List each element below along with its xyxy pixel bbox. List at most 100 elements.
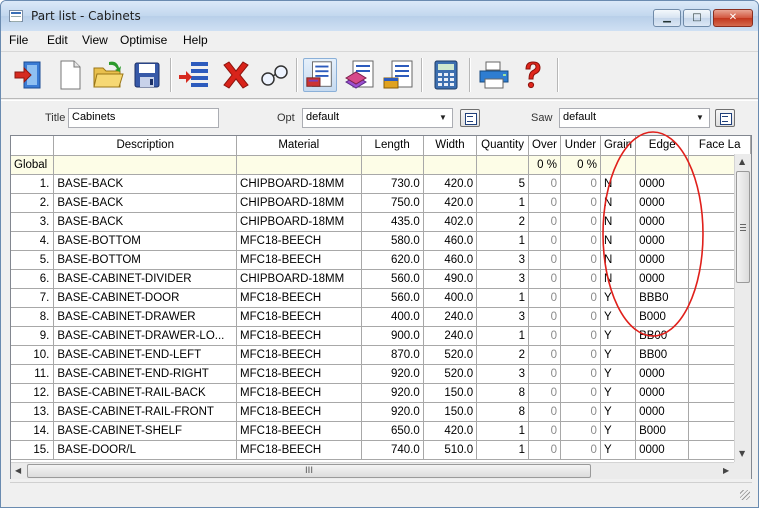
description-cell[interactable]: BASE-BACK [53,212,238,232]
length-cell[interactable]: 730.0 [361,174,424,194]
resize-grip-icon[interactable] [740,490,750,500]
under-cell[interactable]: 0 [560,440,601,460]
width-header[interactable]: Width [423,136,478,156]
cell[interactable] [423,155,478,175]
table-row[interactable]: 11. BASE-CABINET-END-RIGHT MFC18-BEECH 920.… [11,364,751,384]
over-cell[interactable]: 0 [528,364,561,384]
edging-list-icon[interactable] [381,58,415,92]
calculator-icon[interactable] [429,58,463,92]
quantity-cell[interactable]: 8 [476,402,530,422]
grain-cell[interactable]: Y [600,345,637,365]
length-cell[interactable]: 900.0 [361,326,424,346]
edge-cell[interactable]: BB00 [635,345,690,365]
description-cell[interactable]: BASE-CABINET-DIVIDER [53,269,238,289]
table-row[interactable]: 3. BASE-BACK CHIPBOARD-18MM 435.0 402.0 2 0 0 N 0… [11,212,751,232]
width-cell[interactable]: 150.0 [423,383,478,403]
width-cell[interactable]: 150.0 [423,402,478,422]
edge-cell[interactable]: BB00 [635,326,690,346]
description-cell[interactable]: BASE-CABINET-DRAWER [53,307,238,327]
under-cell[interactable]: 0 [560,193,601,213]
material-cell[interactable]: MFC18-BEECH [236,364,362,384]
under-cell[interactable]: 0 [560,174,601,194]
vertical-scrollbar[interactable]: ▲ ▼ [734,154,751,463]
length-cell[interactable]: 870.0 [361,345,424,365]
save-icon[interactable] [130,58,164,92]
cell[interactable] [476,155,530,175]
global-under[interactable]: 0 % [560,155,601,175]
menu-help[interactable]: Help [183,33,208,47]
quantity-cell[interactable]: 3 [476,269,530,289]
quantity-cell[interactable]: 8 [476,383,530,403]
under-cell[interactable]: 0 [560,250,601,270]
length-cell[interactable]: 740.0 [361,440,424,460]
edge-cell[interactable]: 0000 [635,402,690,422]
edge-cell[interactable]: 0000 [635,193,690,213]
width-cell[interactable]: 420.0 [423,421,478,441]
quantity-header[interactable]: Quantity [476,136,530,156]
menu-view[interactable]: View [82,33,108,47]
width-cell[interactable]: 460.0 [423,231,478,251]
description-cell[interactable]: BASE-CABINET-RAIL-FRONT [53,402,238,422]
description-header[interactable]: Description [53,136,238,156]
table-row[interactable]: 14. BASE-CABINET-SHELF MFC18-BEECH 650.0 420… [11,421,751,441]
global-over[interactable]: 0 % [528,155,561,175]
grain-cell[interactable]: Y [600,383,637,403]
quantity-cell[interactable]: 5 [476,174,530,194]
quantity-cell[interactable]: 1 [476,288,530,308]
edge-cell[interactable]: 0000 [635,212,690,232]
opt-dropdown[interactable]: default ▼ [302,108,453,128]
material-cell[interactable]: MFC18-BEECH [236,307,362,327]
delete-icon[interactable] [219,58,253,92]
material-cell[interactable]: CHIPBOARD-18MM [236,269,362,289]
table-row[interactable]: 5. BASE-BOTTOM MFC18-BEECH 620.0 460.0 3 0 0 N 00… [11,250,751,270]
index-header[interactable] [11,136,55,156]
description-cell[interactable]: BASE-CABINET-DOOR [53,288,238,308]
description-cell[interactable]: BASE-DOOR/L [53,440,238,460]
table-row[interactable]: 4. BASE-BOTTOM MFC18-BEECH 580.0 460.0 1 0 0 N 00… [11,231,751,251]
length-cell[interactable]: 650.0 [361,421,424,441]
new-file-icon[interactable] [53,58,87,92]
menu-optimise[interactable]: Optimise [120,33,167,47]
under-cell[interactable]: 0 [560,288,601,308]
table-row[interactable]: 10. BASE-CABINET-END-LEFT MFC18-BEECH 870.0… [11,345,751,365]
description-cell[interactable]: BASE-BOTTOM [53,250,238,270]
under-cell[interactable]: 0 [560,421,601,441]
quantity-cell[interactable]: 1 [476,193,530,213]
length-cell[interactable]: 920.0 [361,402,424,422]
material-cell[interactable]: MFC18-BEECH [236,231,362,251]
over-cell[interactable]: 0 [528,231,561,251]
under-cell[interactable]: 0 [560,364,601,384]
description-cell[interactable]: BASE-CABINET-DRAWER-LO... [53,326,238,346]
length-cell[interactable]: 400.0 [361,307,424,327]
cell[interactable] [53,155,238,175]
over-cell[interactable]: 0 [528,288,561,308]
length-cell[interactable]: 435.0 [361,212,424,232]
grain-cell[interactable]: Y [600,288,637,308]
exit-icon[interactable] [13,58,47,92]
over-cell[interactable]: 0 [528,212,561,232]
material-cell[interactable]: MFC18-BEECH [236,383,362,403]
quantity-cell[interactable]: 1 [476,326,530,346]
width-cell[interactable]: 240.0 [423,326,478,346]
length-header[interactable]: Length [361,136,424,156]
over-cell[interactable]: 0 [528,193,561,213]
cell[interactable] [361,155,424,175]
under-cell[interactable]: 0 [560,307,601,327]
grain-cell[interactable]: N [600,193,637,213]
over-cell[interactable]: 0 [528,250,561,270]
width-cell[interactable]: 520.0 [423,345,478,365]
material-cell[interactable]: MFC18-BEECH [236,250,362,270]
length-cell[interactable]: 580.0 [361,231,424,251]
table-row[interactable]: 6. BASE-CABINET-DIVIDER CHIPBOARD-18MM 560.… [11,269,751,289]
grain-cell[interactable]: N [600,269,637,289]
print-icon[interactable] [477,58,511,92]
quantity-cell[interactable]: 3 [476,250,530,270]
description-cell[interactable]: BASE-CABINET-END-RIGHT [53,364,238,384]
table-row[interactable]: 2. BASE-BACK CHIPBOARD-18MM 750.0 420.0 1 0 0 N 0… [11,193,751,213]
scroll-right-icon[interactable]: ▶ [723,466,729,475]
grain-cell[interactable]: N [600,250,637,270]
material-cell[interactable]: MFC18-BEECH [236,288,362,308]
over-cell[interactable]: 0 [528,421,561,441]
length-cell[interactable]: 560.0 [361,288,424,308]
edge-cell[interactable]: B000 [635,307,690,327]
